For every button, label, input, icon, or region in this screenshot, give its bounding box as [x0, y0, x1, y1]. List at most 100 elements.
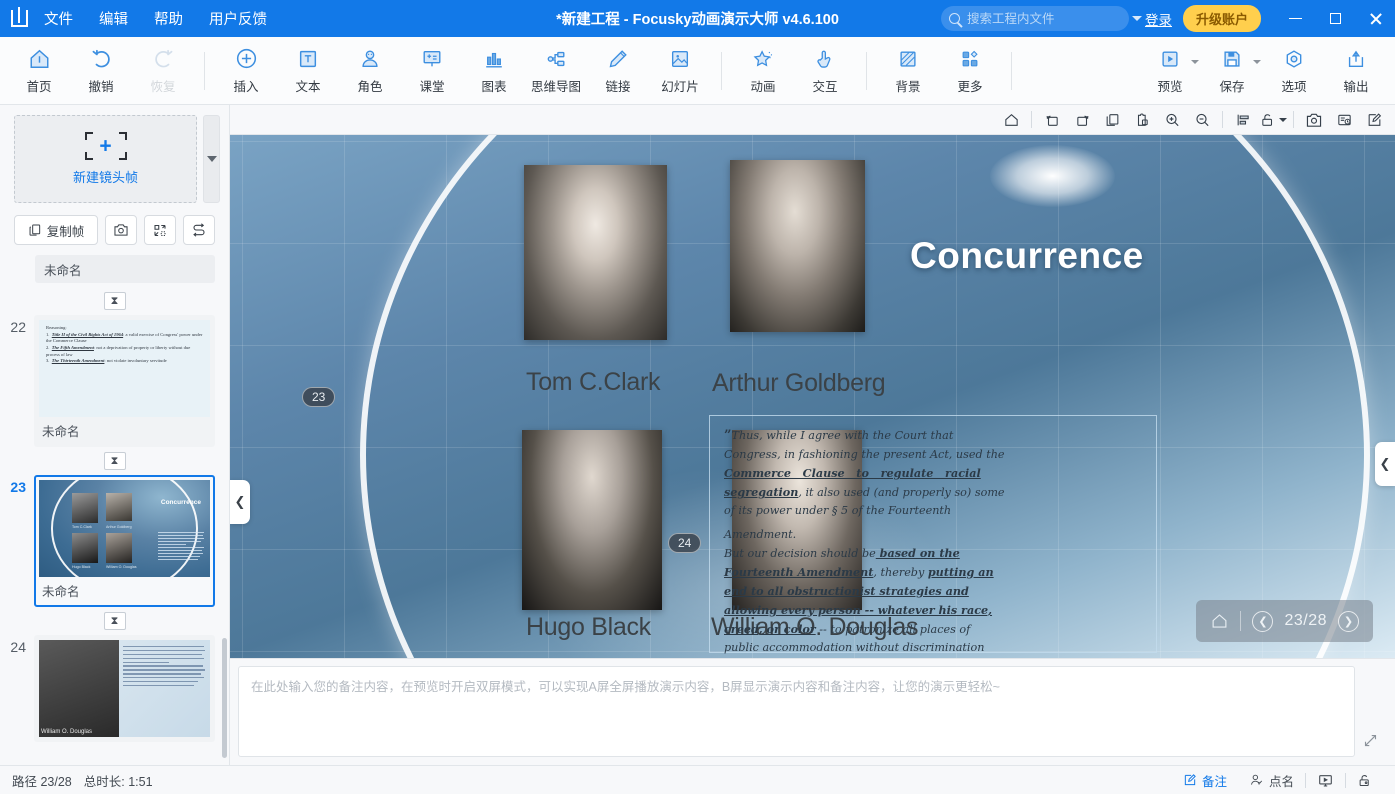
toolbar-classroom[interactable]: 课堂 [401, 44, 463, 98]
rotate-left-button[interactable] [1037, 107, 1067, 133]
status-lock-button[interactable] [1346, 773, 1383, 788]
toolbar-link[interactable]: 链接 [587, 44, 649, 98]
minimize-button[interactable] [1275, 0, 1315, 37]
toolbar-insert[interactable]: 插入 [215, 44, 277, 98]
toolbar-save[interactable]: 保存 [1201, 44, 1263, 98]
frame-number: 24 [10, 639, 26, 655]
toolbar-divider-2 [721, 51, 722, 90]
roll-call-icon [1251, 774, 1263, 785]
link-pencil-icon [607, 47, 629, 71]
copy-button[interactable] [1097, 107, 1127, 133]
toolbar-preview[interactable]: 预览 [1139, 44, 1201, 98]
record-button[interactable] [1329, 107, 1359, 133]
edit-button[interactable] [1359, 107, 1389, 133]
rotate-right-button[interactable] [1067, 107, 1097, 133]
prev-slide-button[interactable]: ❮ [1252, 610, 1274, 632]
lock-icon [1359, 774, 1369, 786]
chevron-down-icon[interactable] [1253, 59, 1261, 64]
menu-feedback[interactable]: 用户反馈 [207, 4, 269, 33]
toolbar-animation[interactable]: 动画 [732, 44, 794, 98]
thumbnail-text-content: Reasoning: 1. Title II of the Civil Righ… [46, 325, 203, 364]
project-search[interactable] [940, 6, 1142, 31]
toolbar-undo[interactable]: 撤销 [70, 44, 132, 98]
toolbar-mindmap[interactable]: 思维导图 [525, 44, 587, 98]
home-icon[interactable] [1210, 612, 1229, 630]
crosshair-icon: + [84, 132, 127, 160]
frame-badge-24[interactable]: 24 [668, 533, 702, 553]
new-frame-button[interactable]: + 新建镜头帧 [14, 115, 197, 203]
menu-edit[interactable]: 编辑 [97, 4, 130, 33]
collapse-left-panel-tab[interactable]: ❮ [230, 480, 250, 524]
notes-input[interactable]: 在此处输入您的备注内容，在预览时开启双屏模式，可以实现A屏全屏播放演示内容，B屏… [238, 666, 1355, 757]
chevron-down-icon[interactable] [1131, 16, 1142, 21]
upgrade-account-button[interactable]: 升级账户 [1182, 5, 1261, 32]
toolbar-redo[interactable]: 恢复 [132, 44, 194, 98]
frame-badge-23[interactable]: 23 [302, 387, 336, 407]
frame-item-24[interactable]: 24 William O. Douglas [0, 635, 229, 742]
expand-right-panel-tab[interactable]: ❮ [1375, 442, 1395, 486]
status-notes-button[interactable]: 备注 [1172, 771, 1238, 790]
menu-help[interactable]: 帮助 [152, 4, 185, 33]
screenshot-button[interactable] [1299, 107, 1329, 133]
edit-icon [1368, 112, 1381, 126]
fit-frame-button[interactable] [144, 215, 176, 245]
toolbar-text[interactable]: 文本 [277, 44, 339, 98]
frame-card[interactable]: Reasoning: 1. Title II of the Civil Righ… [34, 315, 215, 447]
zoom-out-button[interactable] [1187, 107, 1217, 133]
canvas-home-button[interactable] [996, 107, 1026, 133]
portrait-hugo-black[interactable] [522, 430, 662, 610]
maximize-button[interactable] [1315, 0, 1355, 37]
character-icon [359, 47, 381, 71]
frames-scroll-down-button[interactable] [203, 115, 220, 203]
frame-caption: 未命名 [42, 425, 80, 439]
chevron-down-icon[interactable] [1279, 117, 1287, 122]
frame-card[interactable]: William O. Douglas [34, 635, 215, 742]
lock-open-button[interactable] [1258, 107, 1288, 133]
menu-file[interactable]: 文件 [42, 4, 75, 33]
timing-hourglass-icon[interactable]: ⧗ [103, 452, 126, 470]
frame-name-input[interactable]: 未命名 [35, 255, 215, 283]
toolbar-options[interactable]: 选项 [1263, 44, 1325, 98]
toolbar-home[interactable]: 首页 [8, 44, 70, 98]
frame-card-selected[interactable]: Concurrence Tom C.Clark Arthur Goldberg … [34, 475, 215, 607]
paste-button[interactable] [1127, 107, 1157, 133]
login-link[interactable]: 登录 [1145, 9, 1172, 29]
next-slide-button[interactable]: ❯ [1338, 610, 1359, 632]
toolbar-slide[interactable]: 幻灯片 [649, 44, 711, 98]
status-rollcall-button[interactable]: 点名 [1238, 771, 1305, 790]
align-button[interactable] [1228, 107, 1258, 133]
slide-canvas[interactable]: Tom C.Clark Arthur Goldberg Hugo Black W… [230, 135, 1395, 658]
capture-frame-button[interactable] [105, 215, 137, 245]
close-button[interactable] [1355, 0, 1395, 37]
toolbar-export[interactable]: 输出 [1325, 44, 1387, 98]
toolbar-background[interactable]: 背景 [877, 44, 939, 98]
frames-panel: + 新建镜头帧 复制帧 未命名 ⧗ 22 Reasoning: 1. Title… [0, 105, 230, 765]
toolbar-interaction[interactable]: 交互 [794, 44, 856, 98]
frames-scrollbar[interactable] [222, 638, 227, 758]
frame-item-22[interactable]: 22 Reasoning: 1. Title II of the Civil R… [0, 315, 229, 447]
search-input[interactable] [966, 11, 1128, 26]
toolbar-chart[interactable]: 图表 [463, 44, 525, 98]
timing-hourglass-icon[interactable]: ⧗ [103, 612, 126, 630]
timing-hourglass-icon[interactable]: ⧗ [103, 292, 126, 310]
slide-navigator[interactable]: ❮ 23/28 ❯ [1196, 600, 1373, 642]
caption-tom-clark[interactable]: Tom C.Clark [526, 368, 661, 397]
portrait-tom-clark[interactable] [524, 165, 667, 340]
toolbar-group-file: 首页 撤销 恢复 [8, 44, 194, 98]
thumb-name: Arthur Goldberg [106, 525, 132, 529]
slide-title[interactable]: Concurrence [910, 235, 1144, 277]
reorder-path-button[interactable] [183, 215, 215, 245]
caption-arthur-goldberg[interactable]: Arthur Goldberg [712, 369, 886, 398]
status-presenter-button[interactable] [1306, 773, 1345, 788]
quote-text-box[interactable]: ”Thus, while I agree with the Court that… [709, 415, 1157, 654]
toolbar-character[interactable]: 角色 [339, 44, 401, 98]
toolbar-more[interactable]: 更多 [939, 44, 1001, 98]
zoom-in-button[interactable] [1157, 107, 1187, 133]
frames-list[interactable]: ⧗ 22 Reasoning: 1. Title II of the Civil… [0, 283, 229, 765]
caption-hugo-black[interactable]: Hugo Black [526, 613, 651, 642]
portrait-arthur-goldberg[interactable] [730, 160, 865, 332]
duplicate-frame-button[interactable]: 复制帧 [14, 215, 98, 245]
notes-expand-button[interactable] [1355, 666, 1385, 757]
chevron-down-icon[interactable] [1191, 59, 1199, 64]
frame-item-23[interactable]: 23 Concurrence Tom C.Clark Arthur Goldbe… [0, 475, 229, 607]
